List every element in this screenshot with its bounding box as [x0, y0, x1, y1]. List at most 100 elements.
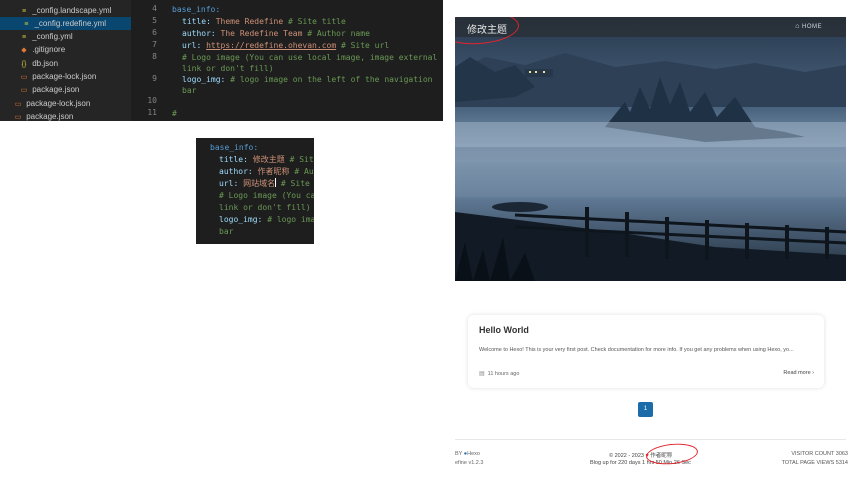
code-editor: ≡ _config.landscape.yml ≡ _config.redefi… [0, 0, 443, 121]
yaml-comment: # [172, 109, 177, 118]
code-line: author: 作者昵称 # Au [219, 166, 314, 178]
code-line: url: https://redefine.ohevan.com # Site … [182, 40, 389, 52]
yaml-comment: # Site title [288, 17, 346, 26]
code-line: # Logo image (You ca [219, 190, 314, 202]
hero-banner: 修改主题 ⌂ HOME [455, 17, 846, 281]
yaml-value: 修改主题 [252, 155, 285, 164]
code-line: author: The Redefine Team # Author name [182, 28, 370, 40]
code-line: base_info: [210, 142, 258, 154]
file-explorer: ≡ _config.landscape.yml ≡ _config.redefi… [0, 0, 131, 121]
yaml-key: author: [182, 29, 216, 38]
file-name: package-lock.json [32, 72, 97, 81]
code-line: bar [219, 226, 233, 238]
yaml-comment: # Author name [307, 29, 370, 38]
file-item-active[interactable]: ≡ _config.redefine.yml [0, 17, 131, 30]
code-area[interactable]: base_info: title: Theme Redefine # Site … [172, 0, 443, 121]
file-item[interactable]: ≡ _config.landscape.yml [18, 4, 111, 17]
file-item[interactable]: {} db.json [18, 57, 58, 70]
post-title[interactable]: Hello World [479, 325, 529, 335]
code-line: title: Theme Redefine # Site title [182, 16, 346, 28]
yaml-comment: link or don't fill) [182, 64, 274, 73]
yaml-key: logo_img: [219, 215, 263, 224]
yaml-comment: # Logo image (You can use local image, i… [182, 53, 438, 62]
yaml-comment: # Au [294, 167, 314, 176]
code-line: logo_img: # logo imag [219, 214, 314, 226]
line-number: 11 [147, 108, 157, 117]
powered-by-label: BY [455, 451, 463, 457]
code-line: link or don't fill) [219, 202, 311, 214]
post-excerpt: Welcome to Hexo! This is your very first… [479, 347, 794, 353]
yaml-key: base_info: [172, 5, 221, 14]
post-date-text: 11 hours ago [487, 371, 520, 377]
footer-theme[interactable]: efine v1.2.3 [455, 460, 483, 466]
json-icon: ▭ [14, 114, 22, 121]
line-number: 10 [147, 96, 157, 105]
yaml-comment: bar [182, 86, 197, 95]
file-name: .gitignore [32, 45, 66, 54]
yaml-value: 作者昵称 [257, 167, 290, 176]
file-item[interactable]: ◆ .gitignore [18, 43, 65, 56]
footer-powered-by: BY ●Hexo [455, 451, 480, 457]
yaml-value-url: https://redefine.ohevan.com [206, 41, 337, 50]
footer-divider [455, 439, 846, 440]
read-more-link[interactable]: Read more › [783, 370, 814, 376]
yaml-key: logo_img: [182, 75, 226, 84]
json-icon: ▭ [20, 87, 28, 94]
file-name: db.json [32, 59, 59, 68]
nav-home-link[interactable]: ⌂ HOME [795, 23, 822, 30]
pagination-current-page[interactable]: 1 [638, 402, 653, 417]
file-item[interactable]: ▭ package.json [18, 83, 80, 96]
yaml-key: title: [182, 17, 211, 26]
code-line: base_info: [172, 4, 220, 16]
file-name: _config.redefine.yml [34, 19, 107, 28]
blog-preview: 修改主题 ⌂ HOME Hello World Welcome to Hexo! … [455, 0, 848, 479]
yaml-key: author: [219, 167, 253, 176]
yaml-value: The Redefine Team [220, 29, 303, 38]
file-item[interactable]: ▭ package-lock.json [12, 97, 91, 110]
code-line-wrap: bar [182, 85, 196, 97]
text-cursor [275, 178, 277, 187]
yaml-comment: # Site [280, 179, 310, 188]
yaml-comment: # Site url [340, 41, 390, 50]
yaml-comment: # logo image on the left of the navigati… [230, 75, 433, 84]
file-item[interactable]: ≡ _config.yml [18, 30, 73, 43]
code-line: logo_img: # logo image on the left of th… [182, 74, 432, 86]
code-line: # [172, 108, 177, 120]
line-number: 6 [152, 28, 157, 37]
copyright-text: © 2022 - 2023 [609, 453, 644, 459]
yaml-key: title: [219, 155, 248, 164]
yaml-key: base_info: [210, 143, 259, 152]
yaml-key: url: [182, 41, 202, 50]
file-item[interactable]: ▭ package.json [12, 110, 74, 121]
hexo-link[interactable]: Hexo [467, 451, 480, 457]
git-icon: ◆ [21, 47, 27, 54]
line-number: 5 [152, 16, 157, 25]
lake-landscape-image [455, 53, 846, 281]
file-name: package.json [26, 112, 74, 121]
file-name: _config.yml [32, 32, 73, 41]
code-line: title: 修改主题 # Sit [219, 154, 314, 166]
line-number-gutter: 4 5 6 7 8 9 10 11 [131, 0, 161, 121]
page-views: TOTAL PAGE VIEWS 5314 [781, 460, 848, 466]
visitor-count: VISITOR COUNT 3063 [791, 451, 848, 457]
yaml-comment: link or don't fill) [219, 203, 311, 212]
yaml-comment: bar [219, 227, 234, 236]
code-line: url: 网站域名 # Site [219, 178, 310, 190]
edited-config-snippet: base_info: title: 修改主题 # Sit author: 作者昵… [196, 138, 314, 244]
file-name: _config.landscape.yml [32, 6, 112, 15]
post-card[interactable]: Hello World Welcome to Hexo! This is you… [468, 315, 824, 388]
yaml-comment: # logo imag [267, 215, 314, 224]
home-icon: ⌂ [795, 23, 800, 30]
line-number: 9 [152, 74, 157, 83]
post-date: ▤ 11 hours ago [479, 370, 519, 377]
yaml-comment: # Sit [289, 155, 314, 164]
calendar-icon: ▤ [479, 371, 485, 377]
nav-home-label: HOME [802, 24, 822, 30]
yaml-value: Theme Redefine [215, 17, 284, 26]
yaml-value: 网站域名 [243, 179, 276, 188]
file-name: package.json [32, 85, 80, 94]
line-number: 8 [152, 52, 157, 61]
yaml-comment: # Logo image (You ca [219, 191, 314, 200]
line-number: 4 [152, 4, 157, 13]
file-item[interactable]: ▭ package-lock.json [18, 70, 97, 83]
